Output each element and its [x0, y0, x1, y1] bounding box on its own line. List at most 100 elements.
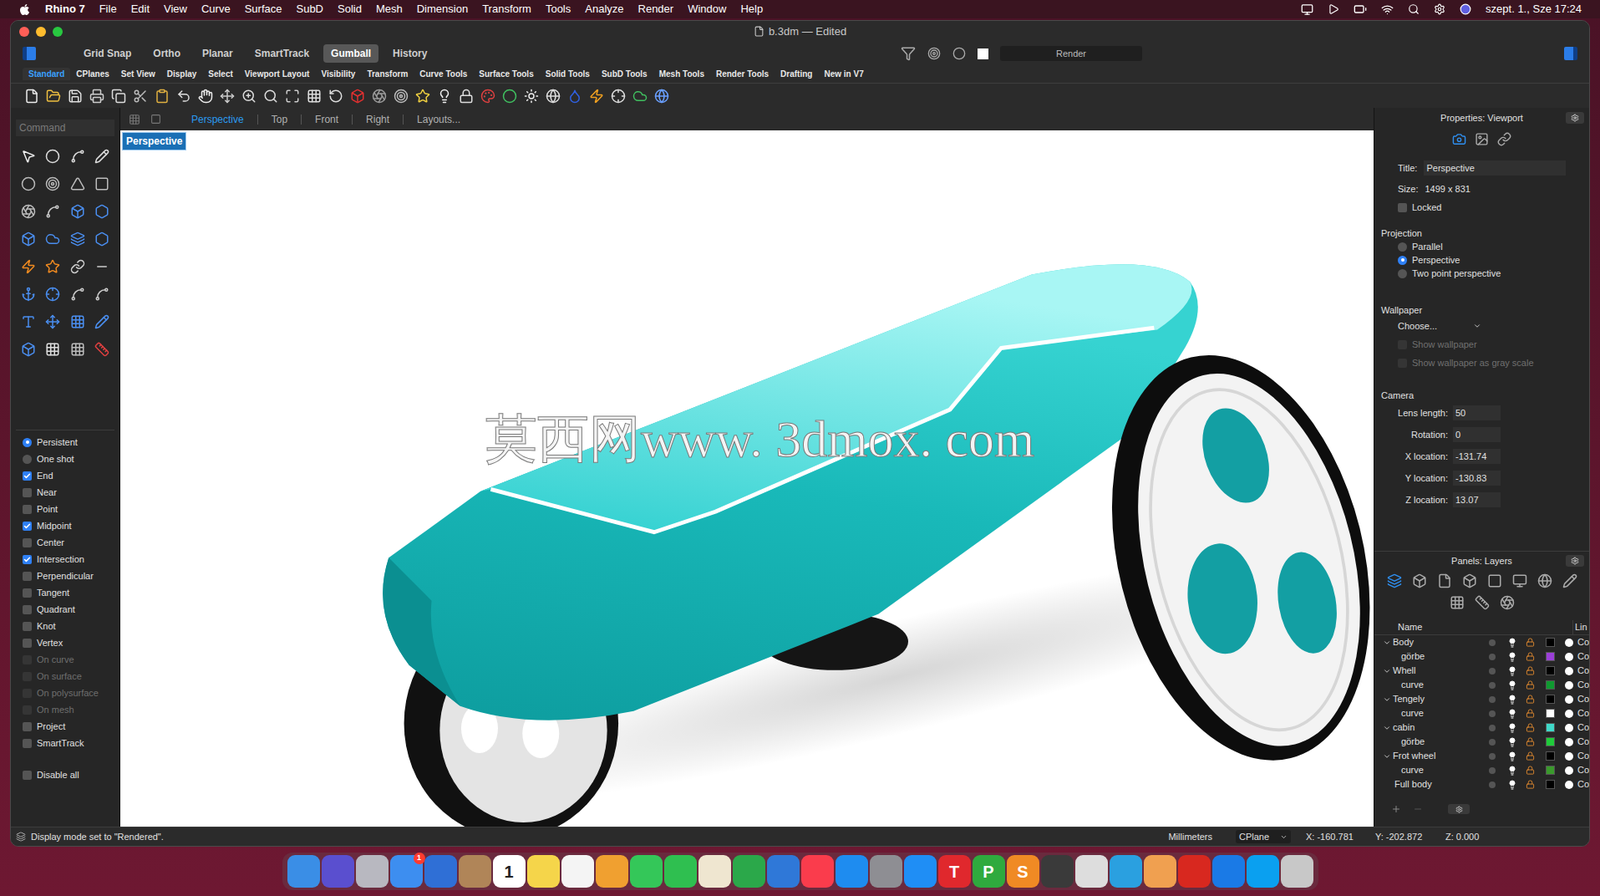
dock-app[interactable] [1178, 854, 1211, 888]
tool-icon[interactable] [45, 341, 61, 357]
tool-icon[interactable] [70, 286, 86, 302]
ribbon-tab[interactable]: New in V7 [817, 67, 869, 81]
expand-icon[interactable] [1382, 695, 1392, 704]
tool-icon[interactable] [70, 176, 86, 192]
apple-icon[interactable] [18, 3, 31, 16]
menu-item[interactable]: Analyze [584, 0, 624, 18]
tool-icon[interactable] [545, 88, 561, 104]
ribbon-tab[interactable]: CPlanes [70, 67, 115, 81]
control-center-icon[interactable] [1433, 3, 1446, 16]
tool-icon[interactable] [241, 88, 257, 104]
tool-icon[interactable] [94, 231, 110, 247]
material-swatch[interactable] [1564, 723, 1574, 732]
tool-icon[interactable] [45, 203, 61, 219]
tool-icon[interactable] [132, 88, 148, 104]
camera-input[interactable]: -131.74 [1452, 448, 1501, 465]
material-swatch[interactable] [1564, 766, 1574, 775]
toggle-button[interactable]: SmartTrack [247, 44, 317, 63]
dock-app[interactable] [1143, 854, 1177, 888]
osnap-item[interactable]: Center [15, 533, 115, 551]
tool-icon[interactable] [67, 88, 83, 104]
menu-item[interactable]: Surface [244, 0, 283, 18]
osnap-checkbox[interactable] [22, 504, 32, 514]
spotlight-icon[interactable] [1407, 3, 1420, 16]
help-icon[interactable] [1537, 573, 1553, 589]
viewport-tab[interactable]: Right [352, 111, 403, 127]
osnap-checkbox[interactable] [22, 604, 32, 615]
title-input[interactable]: Perspective [1423, 160, 1566, 177]
dock-app[interactable]: 1 [390, 854, 423, 888]
color-swatch[interactable] [977, 48, 989, 60]
sidebar-toggle-icon[interactable] [22, 46, 36, 61]
osnap-checkbox[interactable] [22, 638, 32, 648]
material-swatch[interactable] [1564, 695, 1574, 704]
tool-icon[interactable] [94, 286, 110, 302]
toggle-button[interactable]: History [385, 44, 435, 63]
visibility-icon[interactable] [1507, 680, 1518, 691]
projection-radio[interactable] [1397, 255, 1407, 265]
tool-icon[interactable] [45, 148, 61, 164]
visibility-icon[interactable] [1507, 765, 1518, 776]
tool-icon[interactable] [20, 176, 36, 192]
projection-option[interactable]: Two point perspective [1374, 266, 1590, 280]
tool-icon[interactable] [94, 259, 110, 275]
media-icon[interactable] [1327, 3, 1340, 16]
ribbon-tab[interactable]: Drafting [774, 67, 818, 81]
dock-app[interactable]: T [938, 854, 971, 888]
tool-icon[interactable] [70, 148, 86, 164]
menu-item[interactable]: File [99, 0, 117, 18]
dock-app[interactable] [766, 854, 800, 888]
osnap-item[interactable]: Tangent [15, 584, 115, 601]
osnap-item[interactable]: Midpoint [15, 517, 115, 534]
toggle-button[interactable]: Ortho [145, 44, 188, 63]
ribbon-tab[interactable]: Curve Tools [413, 67, 473, 81]
tool-icon[interactable] [523, 88, 539, 104]
osnap-checkbox[interactable] [22, 487, 32, 498]
lock-icon[interactable] [1525, 637, 1535, 647]
tool-icon[interactable] [20, 148, 36, 164]
menu-item[interactable]: Help [740, 0, 763, 18]
layer-color[interactable] [1545, 722, 1555, 732]
visibility-icon[interactable] [1507, 722, 1518, 733]
visibility-icon[interactable] [1507, 637, 1518, 648]
dock-app[interactable] [664, 854, 697, 888]
menu-item[interactable]: SubD [295, 0, 324, 18]
close-button[interactable] [19, 26, 30, 37]
dock-app[interactable] [561, 854, 595, 888]
osnap-checkbox[interactable] [22, 538, 32, 548]
ribbon-tab[interactable]: SubD Tools [595, 67, 654, 81]
menu-item[interactable]: Window [687, 0, 727, 18]
tool-icon[interactable] [94, 314, 110, 330]
single-view-icon[interactable] [150, 113, 162, 125]
cplane-dropdown[interactable]: CPlane [1235, 829, 1291, 844]
render-dropdown[interactable]: Render [1000, 45, 1143, 61]
layer-color[interactable] [1545, 651, 1555, 661]
dock-app[interactable] [595, 854, 629, 888]
dock-app[interactable] [321, 854, 355, 888]
material-swatch[interactable] [1564, 737, 1574, 747]
osnap-item[interactable]: Point [15, 500, 115, 518]
grid-view-icon[interactable] [128, 113, 141, 126]
app-menu[interactable]: Rhino 7 [45, 0, 86, 18]
filter-icon[interactable] [900, 45, 916, 61]
mode-radio[interactable] [22, 454, 32, 464]
ribbon-tab[interactable]: Select [202, 67, 239, 81]
tool-icon[interactable] [111, 88, 127, 104]
layer-row[interactable]: görbeCo [1374, 734, 1590, 749]
dock-app[interactable] [355, 854, 389, 888]
command-input[interactable] [15, 119, 115, 137]
osnap-item[interactable]: Project [15, 717, 115, 735]
tool-icon[interactable] [20, 314, 36, 330]
tool-icon[interactable] [94, 203, 110, 219]
lock-icon[interactable] [1525, 751, 1535, 761]
projection-radio[interactable] [1397, 242, 1407, 252]
lock-icon[interactable] [1525, 779, 1535, 789]
visibility-icon[interactable] [1507, 779, 1518, 790]
material-swatch[interactable] [1564, 638, 1574, 647]
layers-icon[interactable] [1386, 573, 1402, 589]
osnap-item[interactable]: Vertex [15, 634, 115, 651]
tool-icon[interactable] [70, 259, 86, 275]
tool-icon[interactable] [632, 88, 648, 104]
expand-icon[interactable] [1382, 723, 1392, 732]
ribbon-tab[interactable]: Transform [360, 67, 414, 81]
